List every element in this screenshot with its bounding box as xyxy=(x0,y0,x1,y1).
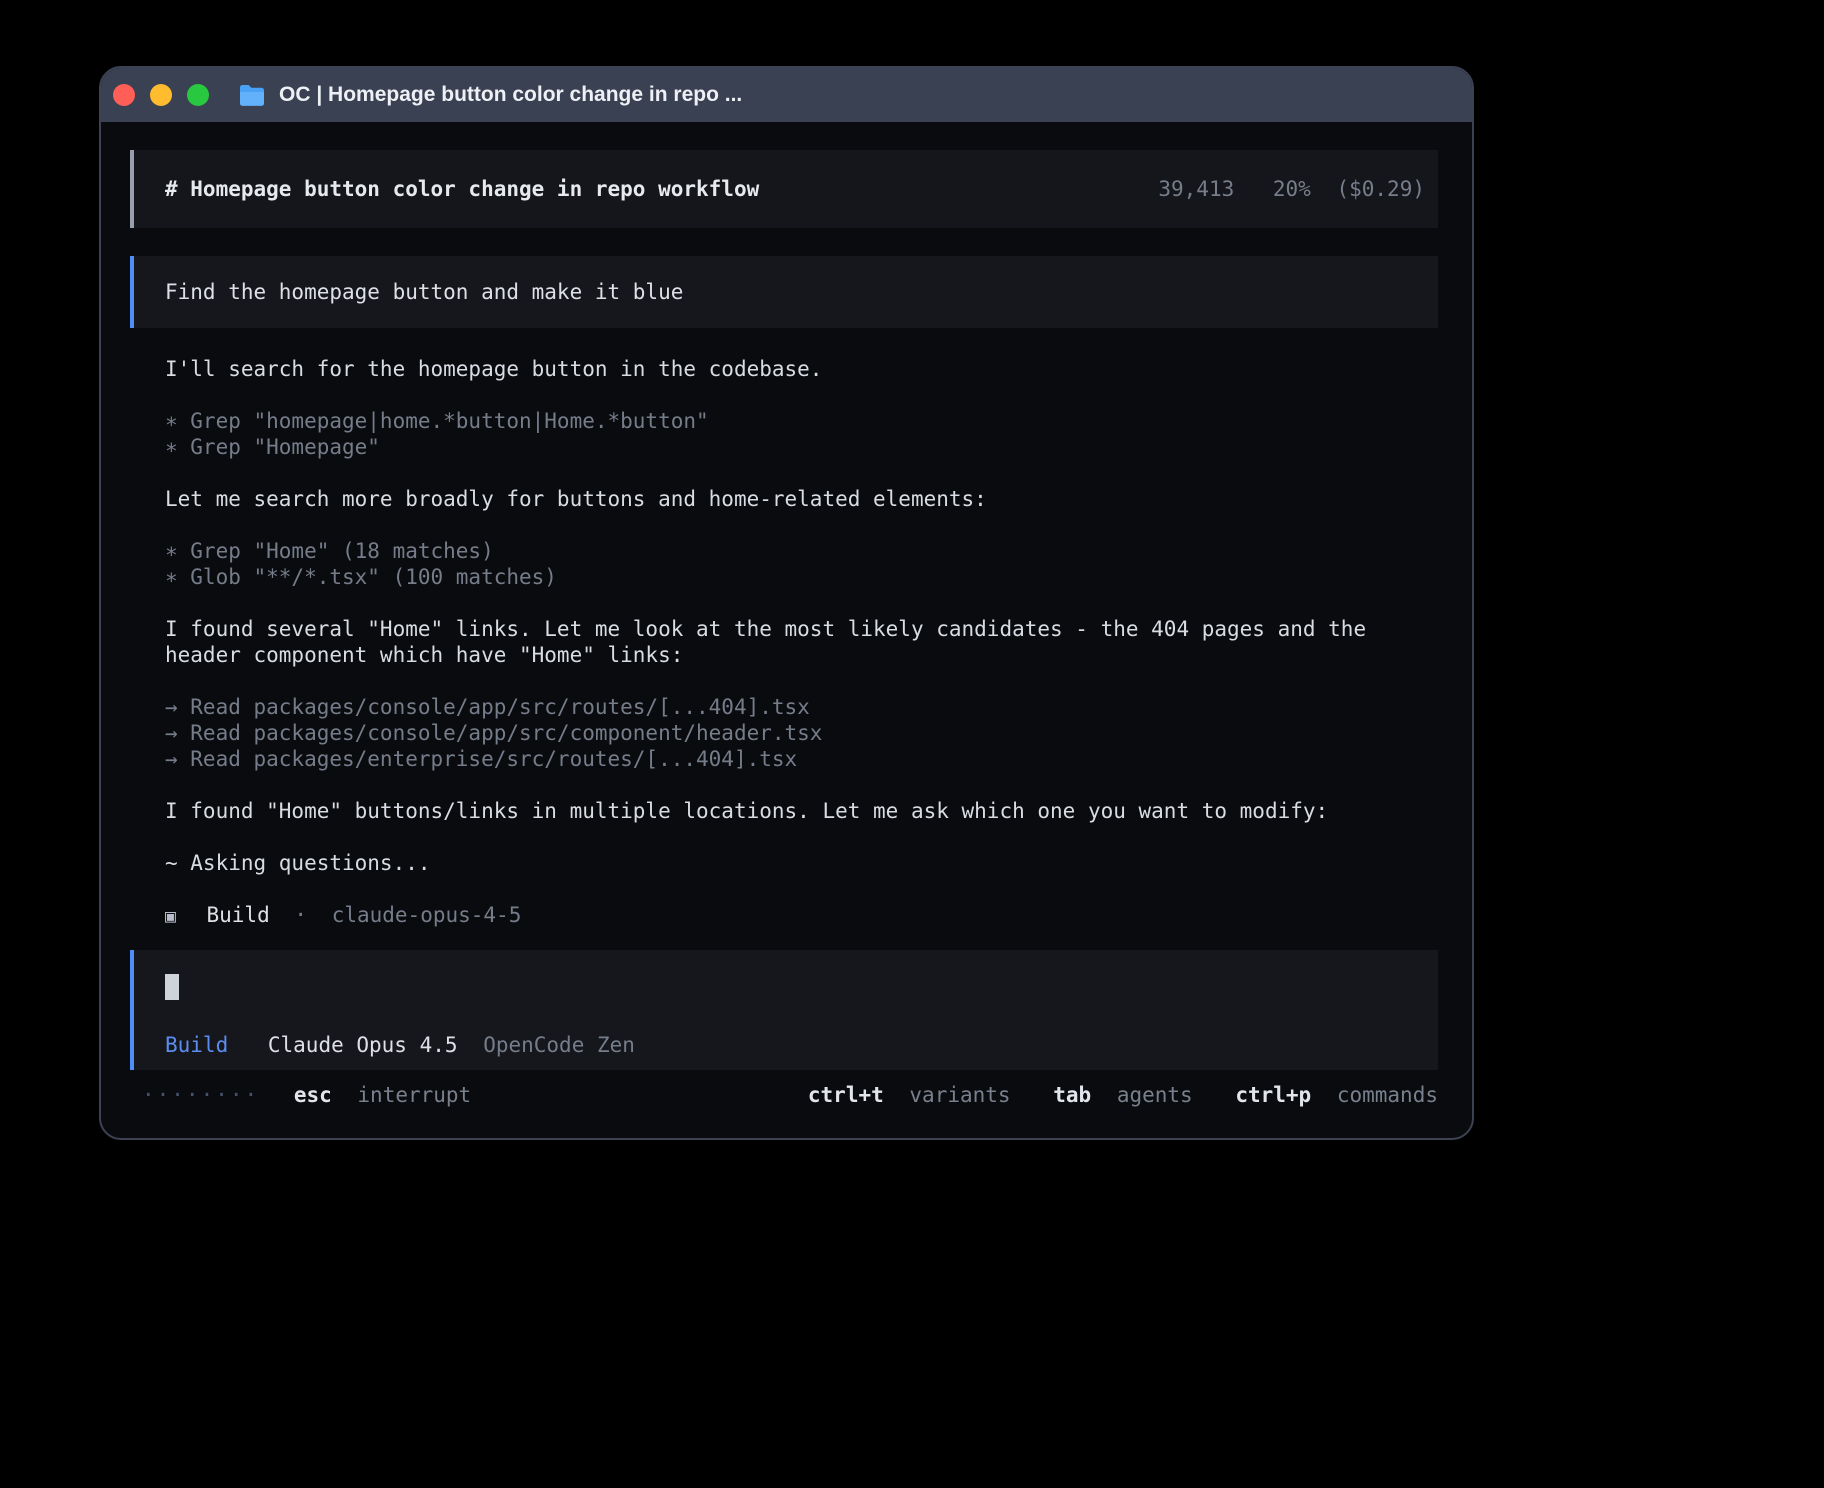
session-title: # Homepage button color change in repo w… xyxy=(165,176,759,202)
tool-call-line: ∗ Grep "homepage|home.*button|Home.*butt… xyxy=(165,408,1410,434)
session-header: # Homepage button color change in repo w… xyxy=(130,150,1438,228)
status-bar: ········ esc interrupt ctrl+t variants t… xyxy=(142,1082,1438,1108)
assistant-line: Let me search more broadly for buttons a… xyxy=(165,487,987,511)
input-meta: Build Claude Opus 4.5 OpenCode Zen xyxy=(165,1032,1438,1058)
spinner-dots: ········ xyxy=(142,1083,259,1107)
prompt-input[interactable]: Build Claude Opus 4.5 OpenCode Zen xyxy=(130,950,1438,1070)
assistant-transcript: I'll search for the homepage button in t… xyxy=(165,356,1410,930)
close-button[interactable] xyxy=(113,84,135,106)
assistant-status-text: ~ Asking questions... xyxy=(165,850,1410,876)
context-percent: 20% xyxy=(1273,177,1311,201)
assistant-text: I found several "Home" links. Let me loo… xyxy=(165,616,1410,668)
window-titlebar[interactable]: OC | Homepage button color change in rep… xyxy=(101,68,1472,122)
assistant-line: I'll search for the homepage button in t… xyxy=(165,357,822,381)
shortcut-key: ctrl+p xyxy=(1235,1083,1311,1107)
shortcut-key: ctrl+t xyxy=(808,1083,884,1107)
mode-label: Build xyxy=(165,1033,228,1057)
tool-calls: ∗ Grep "Home" (18 matches) ∗ Glob "**/*.… xyxy=(165,538,1410,590)
tool-call-line: ∗ Grep "Home" (18 matches) xyxy=(165,538,1410,564)
agent-name: Build xyxy=(207,903,270,927)
status-bar-left: ········ esc interrupt xyxy=(142,1082,471,1108)
esc-key-label: interrupt xyxy=(357,1083,471,1107)
shortcut-label: commands xyxy=(1337,1083,1438,1107)
zoom-button[interactable] xyxy=(187,84,209,106)
assistant-line: I found "Home" buttons/links in multiple… xyxy=(165,799,1328,823)
separator-dot: · xyxy=(294,903,307,927)
model-name: claude-opus-4-5 xyxy=(332,903,522,927)
traffic-lights xyxy=(113,84,209,106)
read-file-line: → Read packages/enterprise/src/routes/[.… xyxy=(165,746,1410,772)
assistant-line: I found several "Home" links. Let me loo… xyxy=(165,617,1366,667)
folder-icon xyxy=(238,84,266,107)
assistant-text: I found "Home" buttons/links in multiple… xyxy=(165,798,1410,824)
agent-icon: ▣ xyxy=(165,906,176,927)
read-file-line: → Read packages/console/app/src/componen… xyxy=(165,720,1410,746)
shortcut-label: variants xyxy=(909,1083,1010,1107)
esc-key-hint: esc xyxy=(294,1083,332,1107)
terminal-window: OC | Homepage button color change in rep… xyxy=(99,66,1474,1140)
shortcut-commands: ctrl+p commands xyxy=(1235,1082,1438,1108)
tool-call-line: ∗ Grep "Homepage" xyxy=(165,434,1410,460)
assistant-text: I'll search for the homepage button in t… xyxy=(165,356,1410,382)
assistant-line: ~ Asking questions... xyxy=(165,851,431,875)
agent-status-row: ▣ Build · claude-opus-4-5 xyxy=(165,902,1410,930)
shortcut-agents: tab agents xyxy=(1053,1082,1192,1108)
tool-call-line: ∗ Glob "**/*.tsx" (100 matches) xyxy=(165,564,1410,590)
shortcut-variants: ctrl+t variants xyxy=(808,1082,1011,1108)
user-message-text: Find the homepage button and make it blu… xyxy=(165,279,683,305)
session-stats: 39,413 20% ($0.29) xyxy=(1158,176,1425,202)
status-bar-right: ctrl+t variants tab agents ctrl+p comman… xyxy=(808,1082,1438,1108)
terminal-content: # Homepage button color change in repo w… xyxy=(101,150,1472,1108)
token-count: 39,413 xyxy=(1158,177,1234,201)
tool-calls: ∗ Grep "homepage|home.*button|Home.*butt… xyxy=(165,408,1410,460)
read-file-line: → Read packages/console/app/src/routes/[… xyxy=(165,694,1410,720)
text-cursor xyxy=(165,974,179,1000)
input-model-label: Claude Opus 4.5 xyxy=(268,1033,458,1057)
user-message: Find the homepage button and make it blu… xyxy=(130,256,1438,328)
minimize-button[interactable] xyxy=(150,84,172,106)
session-cost: ($0.29) xyxy=(1336,177,1425,201)
provider-label: OpenCode Zen xyxy=(483,1033,635,1057)
assistant-text: Let me search more broadly for buttons a… xyxy=(165,486,1410,512)
shortcut-label: agents xyxy=(1117,1083,1193,1107)
window-title: OC | Homepage button color change in rep… xyxy=(279,83,742,107)
shortcut-key: tab xyxy=(1053,1083,1091,1107)
tool-calls: → Read packages/console/app/src/routes/[… xyxy=(165,694,1410,772)
